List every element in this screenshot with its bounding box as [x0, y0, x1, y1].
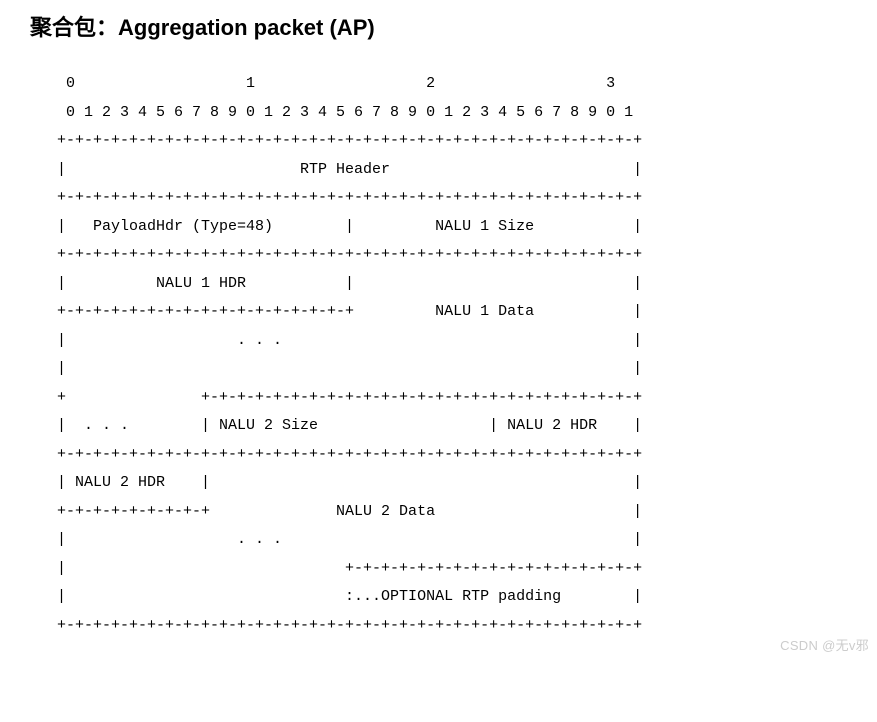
diagram-line: | NALU 2 HDR | |	[30, 474, 642, 491]
packet-diagram-block: 0 1 2 3 0 1 2 3 4 5 6 7 8 9 0 1 2 3 4 5 …	[30, 62, 847, 640]
diagram-line: +-+-+-+-+-+-+-+-+-+-+-+-+-+-+-+-+ NALU 1…	[30, 303, 642, 320]
diagram-line: +-+-+-+-+-+-+-+-+-+-+-+-+-+-+-+-+-+-+-+-…	[30, 617, 642, 634]
diagram-line: | +-+-+-+-+-+-+-+-+-+-+-+-+-+-+-+-+	[30, 560, 642, 577]
diagram-line: | PayloadHdr (Type=48) | NALU 1 Size |	[30, 218, 642, 235]
diagram-line: | RTP Header |	[30, 161, 642, 178]
diagram-line: | . . . |	[30, 332, 642, 349]
diagram-line: 0 1 2 3	[30, 75, 615, 92]
diagram-line: +-+-+-+-+-+-+-+-+-+-+-+-+-+-+-+-+-+-+-+-…	[30, 246, 642, 263]
diagram-line: +-+-+-+-+-+-+-+-+-+-+-+-+-+-+-+-+-+-+-+-…	[30, 132, 642, 149]
diagram-line: +-+-+-+-+-+-+-+-+ NALU 2 Data |	[30, 503, 642, 520]
watermark-text: CSDN @无v邪	[780, 635, 869, 654]
diagram-line: | |	[30, 360, 642, 377]
diagram-line: +-+-+-+-+-+-+-+-+-+-+-+-+-+-+-+-+-+-+-+-…	[30, 446, 642, 463]
diagram-line: 0 1 2 3 4 5 6 7 8 9 0 1 2 3 4 5 6 7 8 9 …	[30, 104, 633, 121]
diagram-line: | . . . |	[30, 531, 642, 548]
diagram-line: | :...OPTIONAL RTP padding |	[30, 588, 642, 605]
diagram-line: +-+-+-+-+-+-+-+-+-+-+-+-+-+-+-+-+-+-+-+-…	[30, 189, 642, 206]
diagram-line: | NALU 1 HDR | |	[30, 275, 642, 292]
document-container: 聚合包：Aggregation packet (AP) 0 1 2 3 0 1 …	[0, 0, 877, 660]
diagram-line: | . . . | NALU 2 Size | NALU 2 HDR |	[30, 417, 642, 434]
diagram-line: + +-+-+-+-+-+-+-+-+-+-+-+-+-+-+-+-+-+-+-…	[30, 389, 642, 406]
section-heading: 聚合包：Aggregation packet (AP)	[30, 10, 847, 42]
